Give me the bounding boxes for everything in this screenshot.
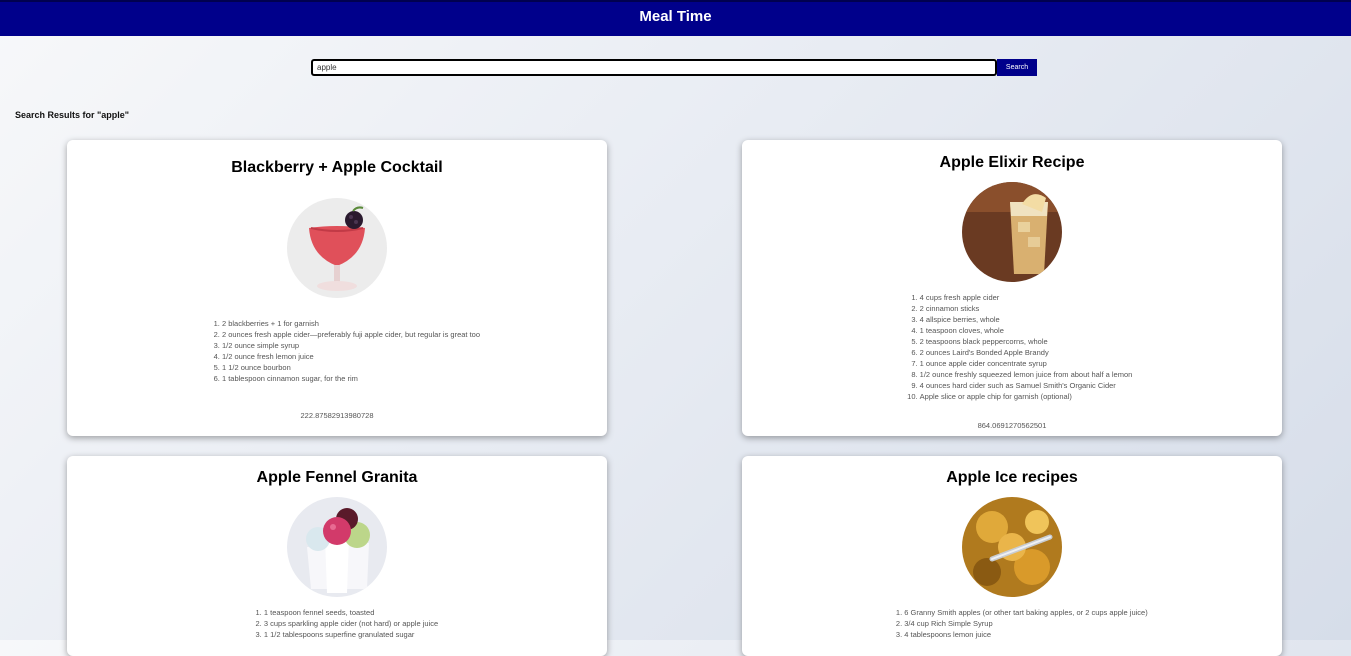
recipe-score: 864.0691270562501 — [977, 421, 1047, 430]
recipe-score: 222.87582913980728 — [300, 411, 374, 420]
search-input[interactable] — [311, 59, 997, 76]
results-heading: Search Results for "apple" — [15, 110, 130, 120]
ingredient-item: 1/2 ounce freshly squeezed lemon juice f… — [920, 369, 1133, 380]
ingredient-item: 2 cinnamon sticks — [920, 303, 1133, 314]
ingredient-item: 2 ounces fresh apple cider—preferably fu… — [222, 329, 480, 340]
ingredient-list: 6 Granny Smith apples (or other tart bak… — [876, 607, 1147, 640]
recipe-title: Apple Fennel Granita — [256, 469, 418, 486]
ingredient-item: 1 1/2 ounce bourbon — [222, 362, 480, 373]
ingredient-item: 1/2 ounce simple syrup — [222, 340, 480, 351]
ingredient-item: 1 1/2 tablespoons superfine granulated s… — [264, 629, 438, 640]
recipe-title: Blackberry + Apple Cocktail — [231, 159, 443, 176]
ingredient-item: 4 ounces hard cider such as Samuel Smith… — [920, 380, 1133, 391]
ingredient-item: Apple slice or apple chip for garnish (o… — [920, 391, 1133, 402]
recipe-image — [287, 198, 387, 298]
recipe-card[interactable]: Apple Elixir Recipe 4 cups fresh apple c… — [742, 140, 1282, 436]
ingredient-item: 2 teaspoons black peppercorns, whole — [920, 336, 1133, 347]
recipe-image — [962, 182, 1062, 282]
ingredient-item: 4 tablespoons lemon juice — [904, 629, 1147, 640]
header-bar: Meal Time — [0, 0, 1351, 36]
recipe-card[interactable]: Apple Ice recipes 6 Granny Smith apples … — [742, 456, 1282, 656]
recipe-title: Apple Elixir Recipe — [939, 154, 1085, 171]
ingredient-item: 2 blackberries + 1 for garnish — [222, 318, 480, 329]
ingredient-item: 3/4 cup Rich Simple Syrup — [904, 618, 1147, 629]
recipe-card[interactable]: Blackberry + Apple Cocktail 2 blackberri… — [67, 140, 607, 436]
app-title: Meal Time — [639, 8, 712, 25]
ingredient-list: 2 blackberries + 1 for garnish 2 ounces … — [194, 318, 480, 384]
recipe-image — [287, 497, 387, 597]
ingredient-list: 1 teaspoon fennel seeds, toasted 3 cups … — [236, 607, 438, 640]
ingredient-item: 1/2 ounce fresh lemon juice — [222, 351, 480, 362]
ingredient-item: 6 Granny Smith apples (or other tart bak… — [904, 607, 1147, 618]
ingredient-item: 1 teaspoon fennel seeds, toasted — [264, 607, 438, 618]
recipe-title: Apple Ice recipes — [946, 469, 1078, 486]
ingredient-list: 4 cups fresh apple cider 2 cinnamon stic… — [892, 292, 1133, 402]
ingredient-item: 4 cups fresh apple cider — [920, 292, 1133, 303]
ingredient-item: 1 teaspoon cloves, whole — [920, 325, 1133, 336]
recipe-card[interactable]: Apple Fennel Granita 1 teaspoon fennel s… — [67, 456, 607, 656]
ingredient-item: 1 ounce apple cider concentrate syrup — [920, 358, 1133, 369]
recipe-image — [962, 497, 1062, 597]
search-button[interactable]: Search — [997, 59, 1037, 76]
ingredient-item: 1 tablespoon cinnamon sugar, for the rim — [222, 373, 480, 384]
ingredient-item: 3 cups sparkling apple cider (not hard) … — [264, 618, 438, 629]
ingredient-item: 2 ounces Laird's Bonded Apple Brandy — [920, 347, 1133, 358]
ingredient-item: 4 allspice berries, whole — [920, 314, 1133, 325]
